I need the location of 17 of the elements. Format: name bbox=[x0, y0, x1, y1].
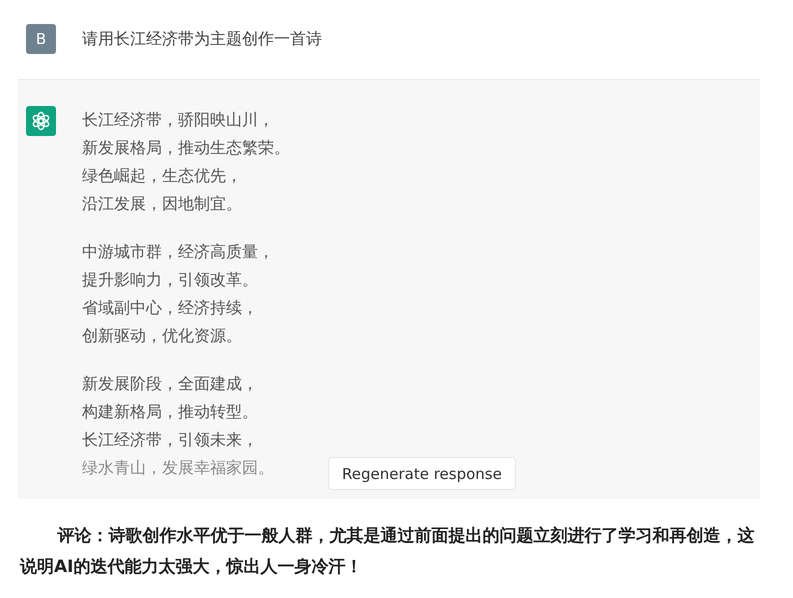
user-avatar: B bbox=[26, 24, 56, 54]
poem-line: 绿水青山，发展幸福家园。 bbox=[82, 457, 275, 479]
regenerate-button[interactable]: Regenerate response bbox=[328, 457, 516, 490]
poem-line: 创新驱动，优化资源。 bbox=[82, 325, 243, 347]
poem-line: 长江经济带，骄阳映山川， bbox=[82, 109, 275, 131]
assistant-logo-icon bbox=[26, 106, 56, 136]
poem-line: 提升影响力，引领改革。 bbox=[82, 269, 259, 291]
poem-line: 中游城市群，经济高质量， bbox=[82, 241, 275, 263]
user-message: 请用长江经济带为主题创作一首诗 bbox=[82, 28, 322, 50]
poem-line: 长江经济带，引领未来， bbox=[82, 429, 259, 451]
poem-line: 绿色崛起，生态优先， bbox=[82, 165, 243, 187]
poem-line: 新发展阶段，全面建成， bbox=[82, 373, 259, 395]
poem-line: 新发展格局，推动生态繁荣。 bbox=[82, 137, 290, 159]
poem-line: 省域副中心，经济持续， bbox=[82, 297, 259, 319]
comment-paragraph: 评论：诗歌创作水平优于一般人群，尤其是通过前面提出的问题立刻进行了学习和再创造，这说明AI的迭代能力太强大，惊出人一身冷汗！ bbox=[20, 525, 756, 579]
poem-line: 沿江发展，因地制宜。 bbox=[82, 193, 243, 215]
poem-line: 构建新格局，推动转型。 bbox=[82, 401, 259, 423]
